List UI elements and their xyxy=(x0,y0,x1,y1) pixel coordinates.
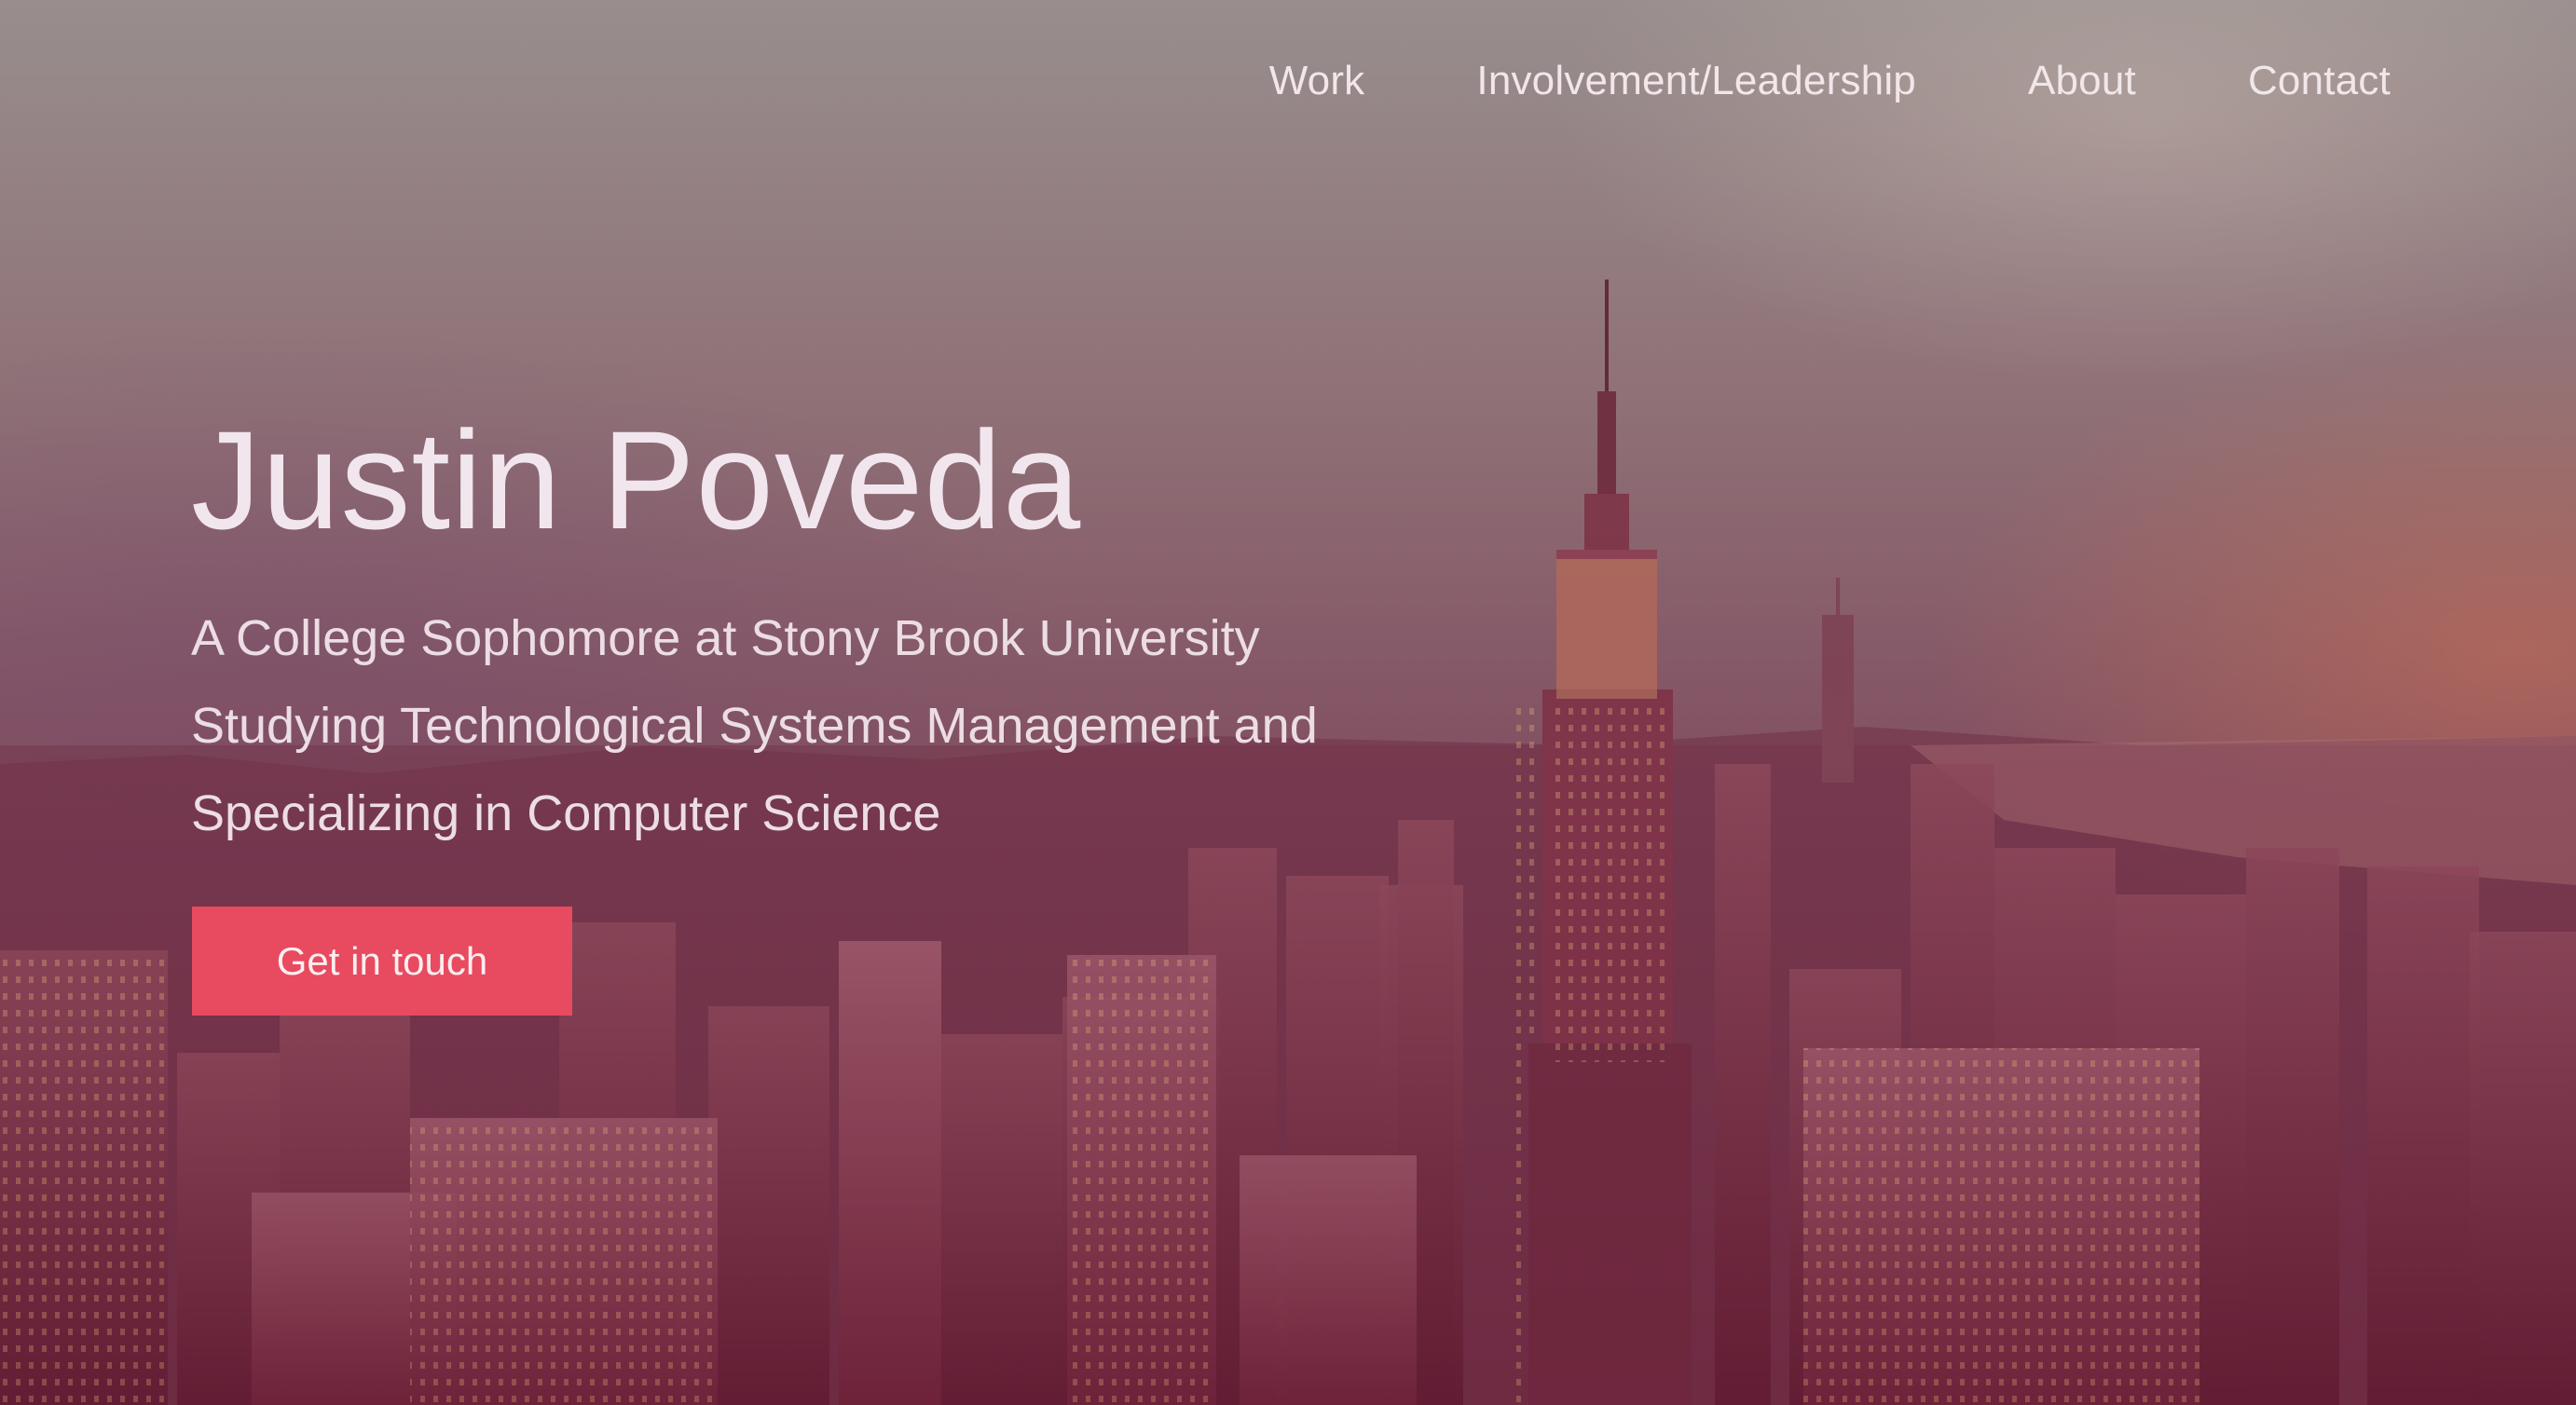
nav-link-contact[interactable]: Contact xyxy=(2248,58,2391,104)
nav-link-involvement-leadership[interactable]: Involvement/Leadership xyxy=(1476,58,1916,104)
hero-tagline: A College Sophomore at Stony Brook Unive… xyxy=(191,594,1589,857)
hero-title: Justin Poveda xyxy=(191,402,1082,558)
hero-content: Justin Poveda A College Sophomore at Sto… xyxy=(191,391,1589,857)
get-in-touch-button[interactable]: Get in touch xyxy=(192,907,572,1016)
tagline-line: A College Sophomore at Stony Brook Unive… xyxy=(191,610,1260,666)
top-navigation: Work Involvement/Leadership About Contac… xyxy=(1269,58,2391,104)
tagline-line: Specializing in Computer Science xyxy=(191,785,941,841)
nav-link-work[interactable]: Work xyxy=(1269,58,1365,104)
tagline-line: Studying Technological Systems Managemen… xyxy=(191,698,1318,754)
nav-link-about[interactable]: About xyxy=(2028,58,2136,104)
hero-section: Work Involvement/Leadership About Contac… xyxy=(0,0,2576,1405)
